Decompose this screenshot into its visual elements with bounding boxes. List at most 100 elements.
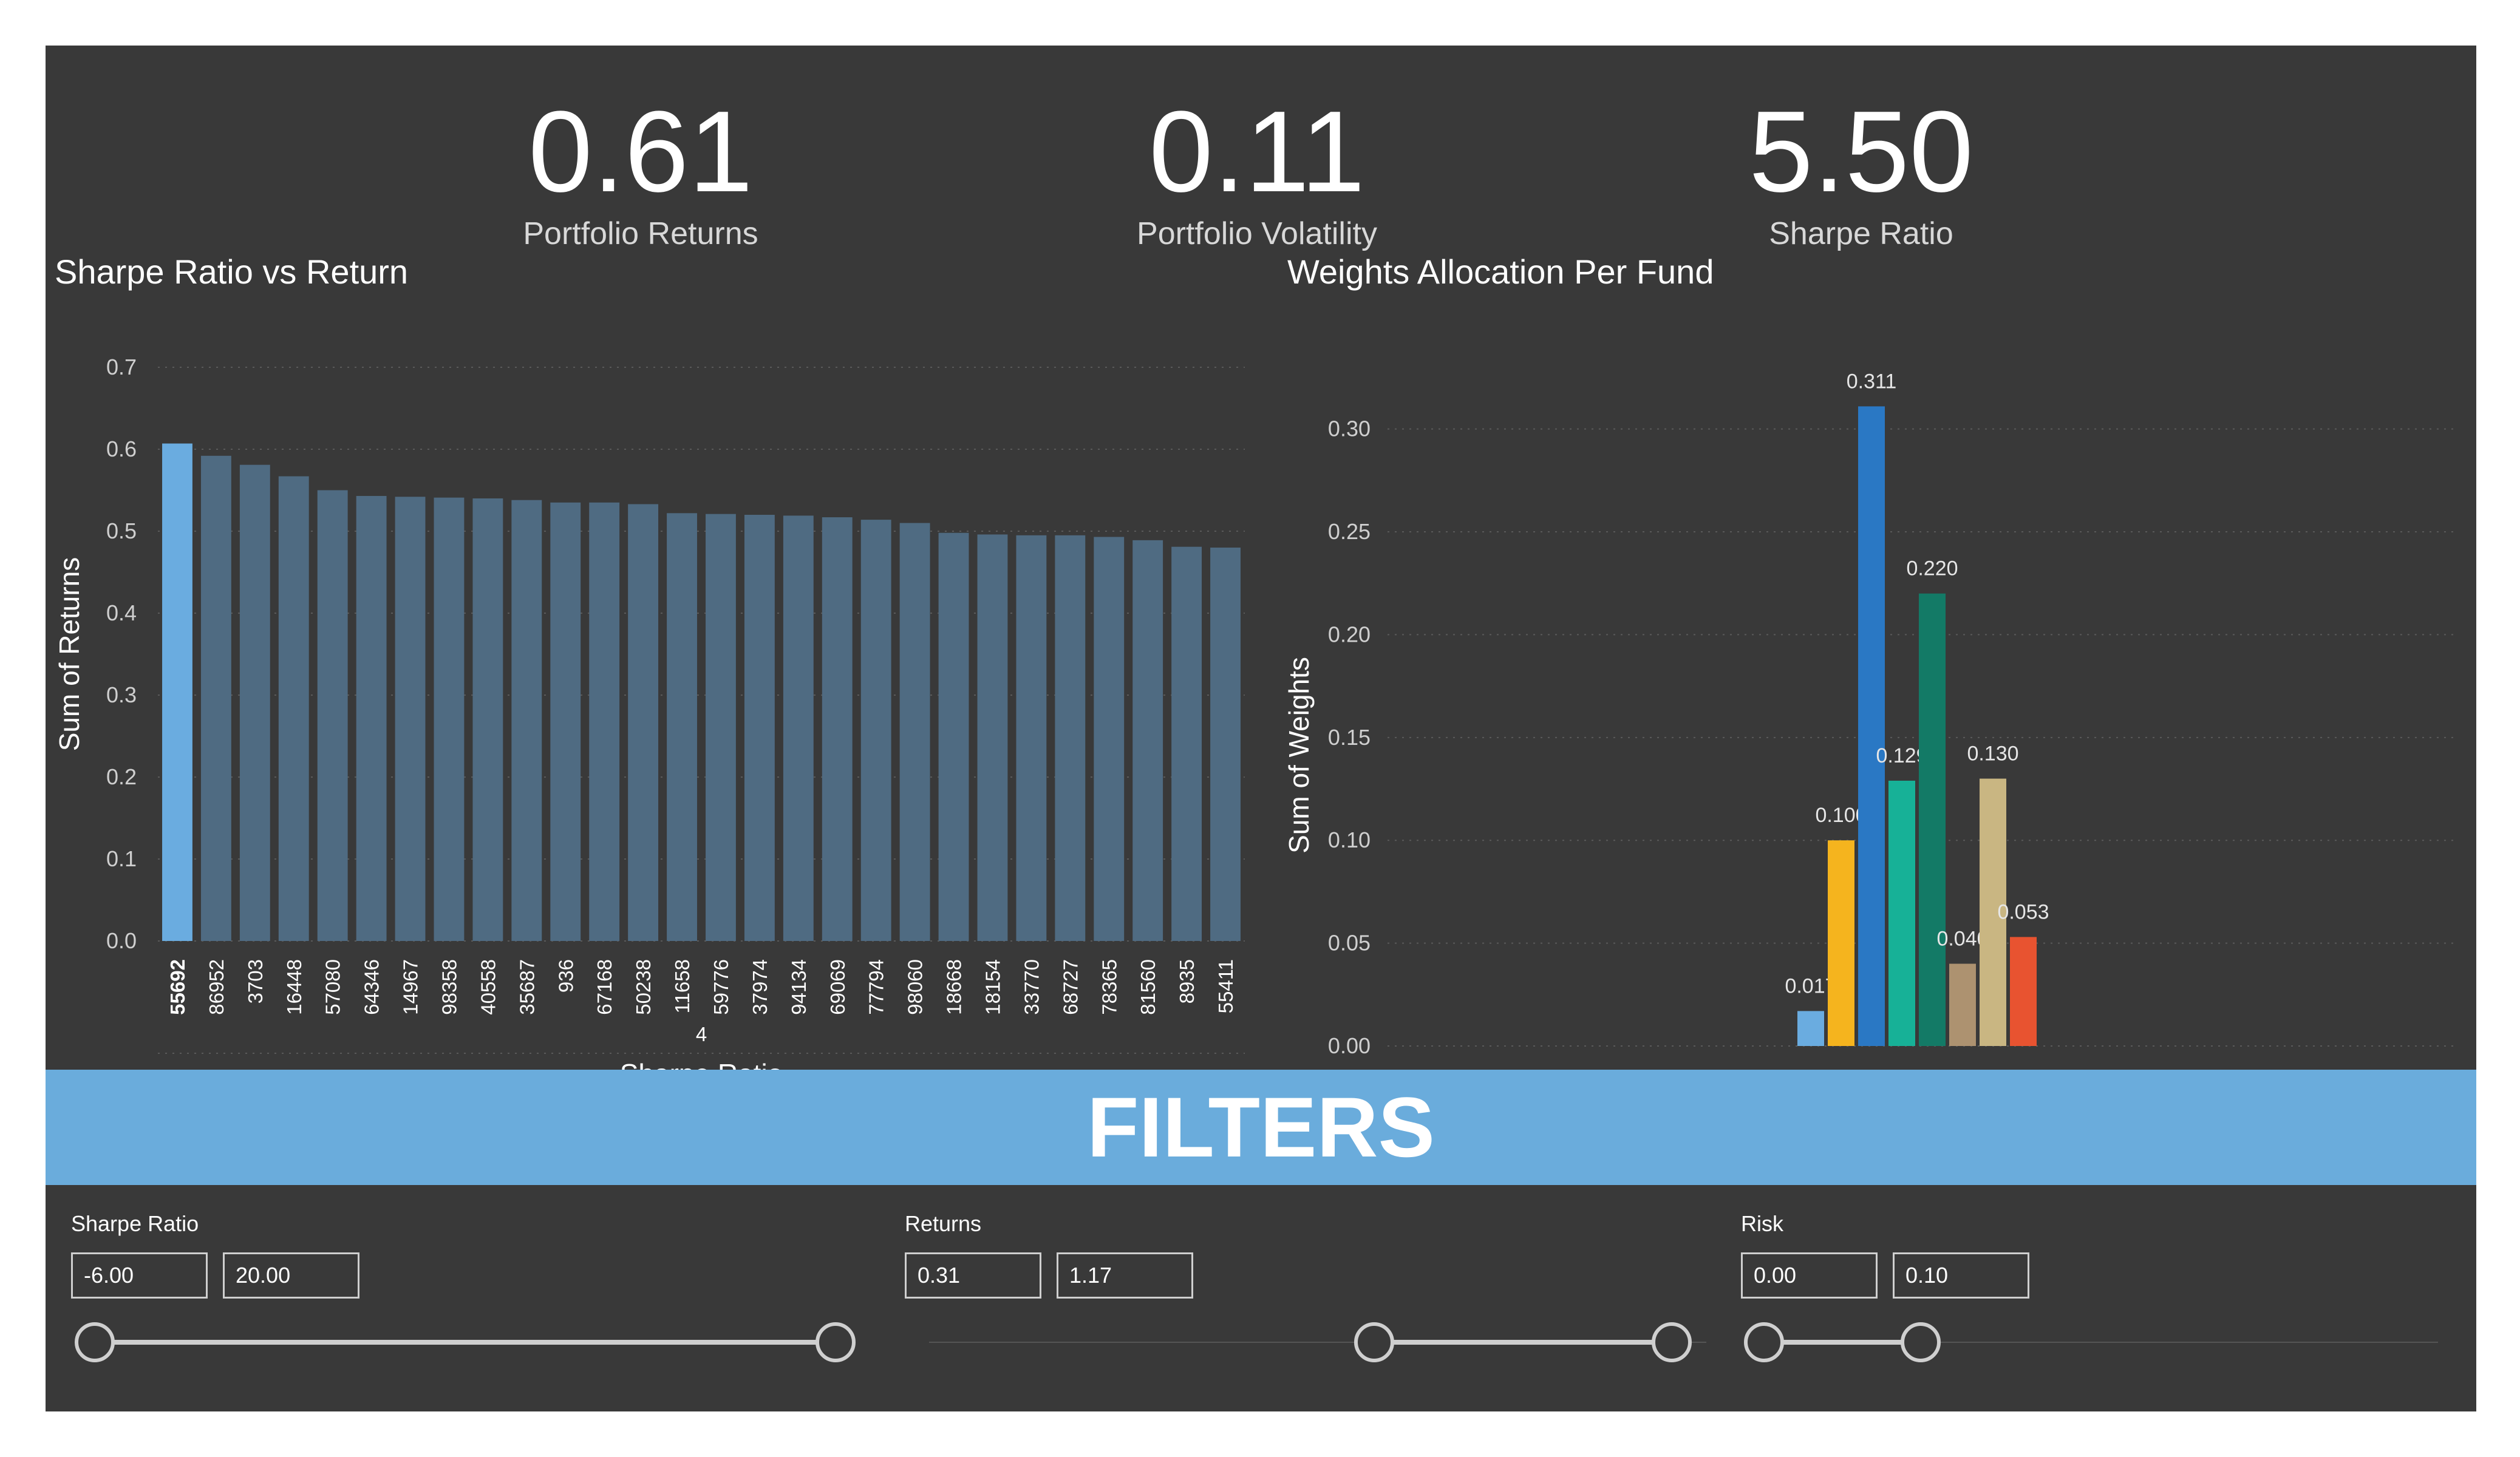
x-tick-label: 16448 bbox=[283, 959, 305, 1015]
x-tick-label: 94134 bbox=[788, 959, 810, 1015]
bar[interactable] bbox=[239, 464, 270, 941]
x-tick-label: 68727 bbox=[1059, 959, 1081, 1015]
bar[interactable] bbox=[550, 502, 581, 941]
y-tick-label: 0.25 bbox=[1328, 519, 1371, 544]
x-tick-label: 50238 bbox=[632, 959, 655, 1015]
bar[interactable] bbox=[162, 443, 192, 941]
bar[interactable] bbox=[860, 520, 891, 941]
y-tick-label: 0.4 bbox=[106, 600, 137, 625]
y-axis-title: Sum of Returns bbox=[53, 557, 85, 752]
bar[interactable] bbox=[938, 532, 969, 941]
x-tick-label: 14967 bbox=[400, 959, 422, 1015]
kpi-label: Portfolio Returns bbox=[523, 216, 758, 251]
weights-allocation-chart[interactable]: 0.00 0.05 0.10 0.15 0.20 0.25 0.30 Sum of Weigh… bbox=[1284, 301, 2476, 1072]
x-tick-label: 55411 bbox=[1214, 959, 1237, 1013]
y-tick-label: 0.2 bbox=[106, 764, 137, 789]
x-tick-label: 18668 bbox=[943, 959, 965, 1015]
bar[interactable] bbox=[1055, 535, 1086, 941]
risk-min-input[interactable]: 0.00 bbox=[1741, 1252, 1878, 1299]
bar[interactable] bbox=[628, 504, 659, 941]
sharpe-filter-label: Sharpe Ratio bbox=[71, 1211, 199, 1236]
bar[interactable] bbox=[899, 523, 930, 942]
x-tick-label: 18154 bbox=[981, 959, 1004, 1015]
sharpe-max-input[interactable]: 20.00 bbox=[223, 1252, 359, 1299]
data-label: 0.220 bbox=[1906, 557, 1958, 580]
weight-bar[interactable] bbox=[1858, 406, 1885, 1047]
risk-max-input[interactable]: 0.10 bbox=[1893, 1252, 2029, 1299]
x-tick-label: 3703 bbox=[244, 959, 267, 1004]
y-tick-label: 0.10 bbox=[1328, 827, 1371, 852]
sharpe-slider-track[interactable] bbox=[99, 1340, 840, 1345]
kpi-portfolio-volatility: 0.11 Portfolio Volatility bbox=[1014, 82, 1500, 252]
returns-max-input[interactable]: 1.17 bbox=[1057, 1252, 1193, 1299]
weight-bar[interactable] bbox=[1797, 1011, 1824, 1046]
x-tick-label: 37974 bbox=[749, 959, 771, 1015]
kpi-sharpe-ratio: 5.50 Sharpe Ratio bbox=[1618, 82, 2104, 252]
kpi-label: Portfolio Volatility bbox=[1137, 216, 1377, 251]
sharpe-min-input[interactable]: -6.00 bbox=[71, 1252, 208, 1299]
data-label: 0.053 bbox=[1997, 900, 2049, 923]
x-tick-label: 86952 bbox=[205, 959, 228, 1015]
bar[interactable] bbox=[434, 497, 465, 941]
bar[interactable] bbox=[822, 517, 853, 941]
bar[interactable] bbox=[317, 490, 348, 942]
returns-filter-label: Returns bbox=[905, 1211, 982, 1236]
bar[interactable] bbox=[200, 455, 231, 941]
y-tick-label: 0.6 bbox=[106, 436, 137, 461]
bar[interactable] bbox=[395, 497, 426, 941]
bar[interactable] bbox=[706, 514, 736, 941]
weight-bar[interactable] bbox=[1828, 840, 1854, 1046]
kpi-portfolio-returns: 0.61 Portfolio Returns bbox=[398, 82, 884, 252]
data-label: 0.130 bbox=[1967, 742, 2018, 766]
x-tick-label: 98060 bbox=[904, 959, 927, 1015]
bar[interactable] bbox=[744, 515, 775, 941]
weight-bar[interactable] bbox=[2010, 937, 2037, 1046]
x-tick-label: 33770 bbox=[1020, 959, 1043, 1015]
bar[interactable] bbox=[783, 515, 814, 941]
y-tick-label: 0.30 bbox=[1328, 416, 1371, 441]
bar[interactable] bbox=[278, 476, 309, 941]
sharpe-slider-min-thumb[interactable] bbox=[75, 1322, 115, 1362]
kpi-value: 0.11 bbox=[1149, 87, 1365, 216]
kpi-value: 5.50 bbox=[1749, 87, 1973, 216]
weight-bar[interactable] bbox=[1949, 963, 1976, 1046]
bar[interactable] bbox=[1132, 540, 1163, 941]
returns-slider-max-thumb[interactable] bbox=[1652, 1322, 1692, 1362]
x-group-label: 4 bbox=[696, 1023, 707, 1045]
bar[interactable] bbox=[589, 502, 620, 941]
bar[interactable] bbox=[511, 500, 542, 941]
kpi-value: 0.61 bbox=[528, 87, 753, 216]
bar[interactable] bbox=[1171, 546, 1202, 941]
sharpe-slider-max-thumb[interactable] bbox=[816, 1322, 856, 1362]
weight-bar[interactable] bbox=[1888, 780, 1915, 1046]
bar[interactable] bbox=[356, 495, 387, 941]
x-tick-label: 35687 bbox=[516, 959, 538, 1015]
risk-slider-min-thumb[interactable] bbox=[1744, 1322, 1784, 1362]
x-tick-label: 78365 bbox=[1098, 959, 1120, 1015]
returns-slider-track[interactable] bbox=[1378, 1340, 1676, 1345]
bar[interactable] bbox=[1094, 537, 1125, 941]
y-tick-label: 0.7 bbox=[106, 355, 137, 379]
weight-bar[interactable] bbox=[1919, 593, 1946, 1046]
returns-min-input[interactable]: 0.31 bbox=[905, 1252, 1041, 1299]
y-tick-label: 0.1 bbox=[106, 846, 137, 871]
bar[interactable] bbox=[1210, 548, 1241, 941]
risk-slider-max-thumb[interactable] bbox=[1901, 1322, 1941, 1362]
sharpe-vs-return-chart[interactable]: 0.0 0.1 0.2 0.3 0.4 0.5 0.6 0.7 55692 86952 3703 16… bbox=[46, 301, 1284, 1072]
y-tick-label: 0.15 bbox=[1328, 725, 1371, 750]
kpi-label: Sharpe Ratio bbox=[1769, 216, 1953, 251]
x-tick-label: 59776 bbox=[710, 959, 732, 1015]
y-tick-label: 0.0 bbox=[106, 928, 137, 953]
bar[interactable] bbox=[977, 534, 1008, 941]
bar[interactable] bbox=[1016, 535, 1047, 941]
y-tick-label: 0.5 bbox=[106, 518, 137, 543]
x-tick-label: 40558 bbox=[477, 959, 499, 1015]
returns-slider-min-thumb[interactable] bbox=[1354, 1322, 1394, 1362]
bar[interactable] bbox=[472, 498, 503, 941]
x-tick-label: 8935 bbox=[1176, 959, 1198, 1004]
y-tick-label: 0.3 bbox=[106, 682, 137, 707]
bar[interactable] bbox=[667, 513, 697, 941]
x-tick-label: 57080 bbox=[322, 959, 344, 1015]
x-tick-label: 67168 bbox=[593, 959, 616, 1015]
data-label: 0.311 bbox=[1847, 370, 1897, 393]
